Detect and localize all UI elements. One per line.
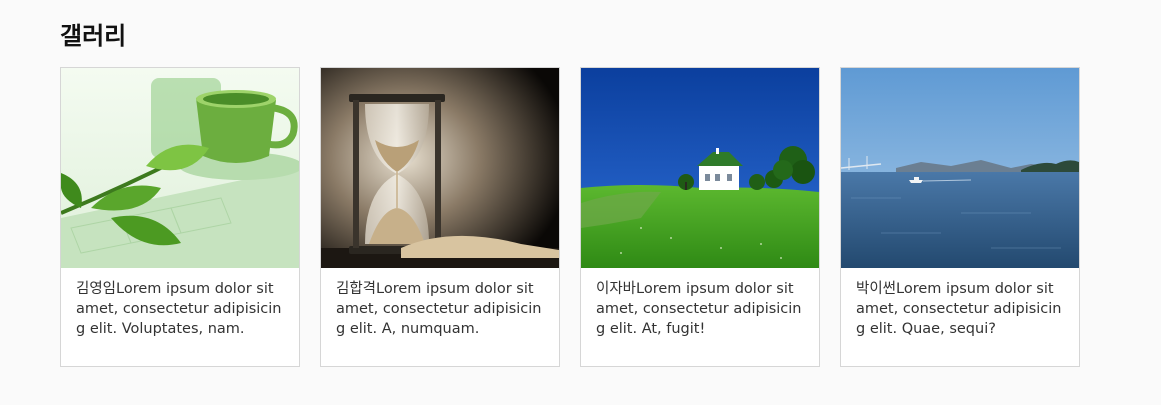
gallery-section: 갤러리 김영임Lorem ipsum dolor sit amet, conse… [60, 18, 1080, 367]
gallery-title: 갤러리 [60, 22, 127, 50]
card-text: 이자바Lorem ipsum dolor sit amet, consectet… [596, 281, 802, 337]
gallery-card-list: 김영임Lorem ipsum dolor sit amet, consectet… [60, 67, 1080, 367]
gallery-card[interactable]: 김합격Lorem ipsum dolor sit amet, consectet… [320, 67, 560, 367]
gallery-card[interactable]: 김영임Lorem ipsum dolor sit amet, consectet… [60, 67, 300, 367]
gallery-card[interactable]: 박이썬Lorem ipsum dolor sit amet, consectet… [840, 67, 1080, 367]
gallery-card[interactable]: 이자바Lorem ipsum dolor sit amet, consectet… [580, 67, 820, 367]
hourglass-image[interactable] [321, 68, 559, 268]
card-text: 김영임Lorem ipsum dolor sit amet, consectet… [76, 281, 282, 337]
card-text: 박이썬Lorem ipsum dolor sit amet, consectet… [856, 281, 1062, 337]
card-text: 김합격Lorem ipsum dolor sit amet, consectet… [336, 281, 542, 337]
white-house-image[interactable] [581, 68, 819, 268]
sea-image[interactable] [841, 68, 1079, 268]
green-tea-image[interactable] [61, 68, 299, 268]
